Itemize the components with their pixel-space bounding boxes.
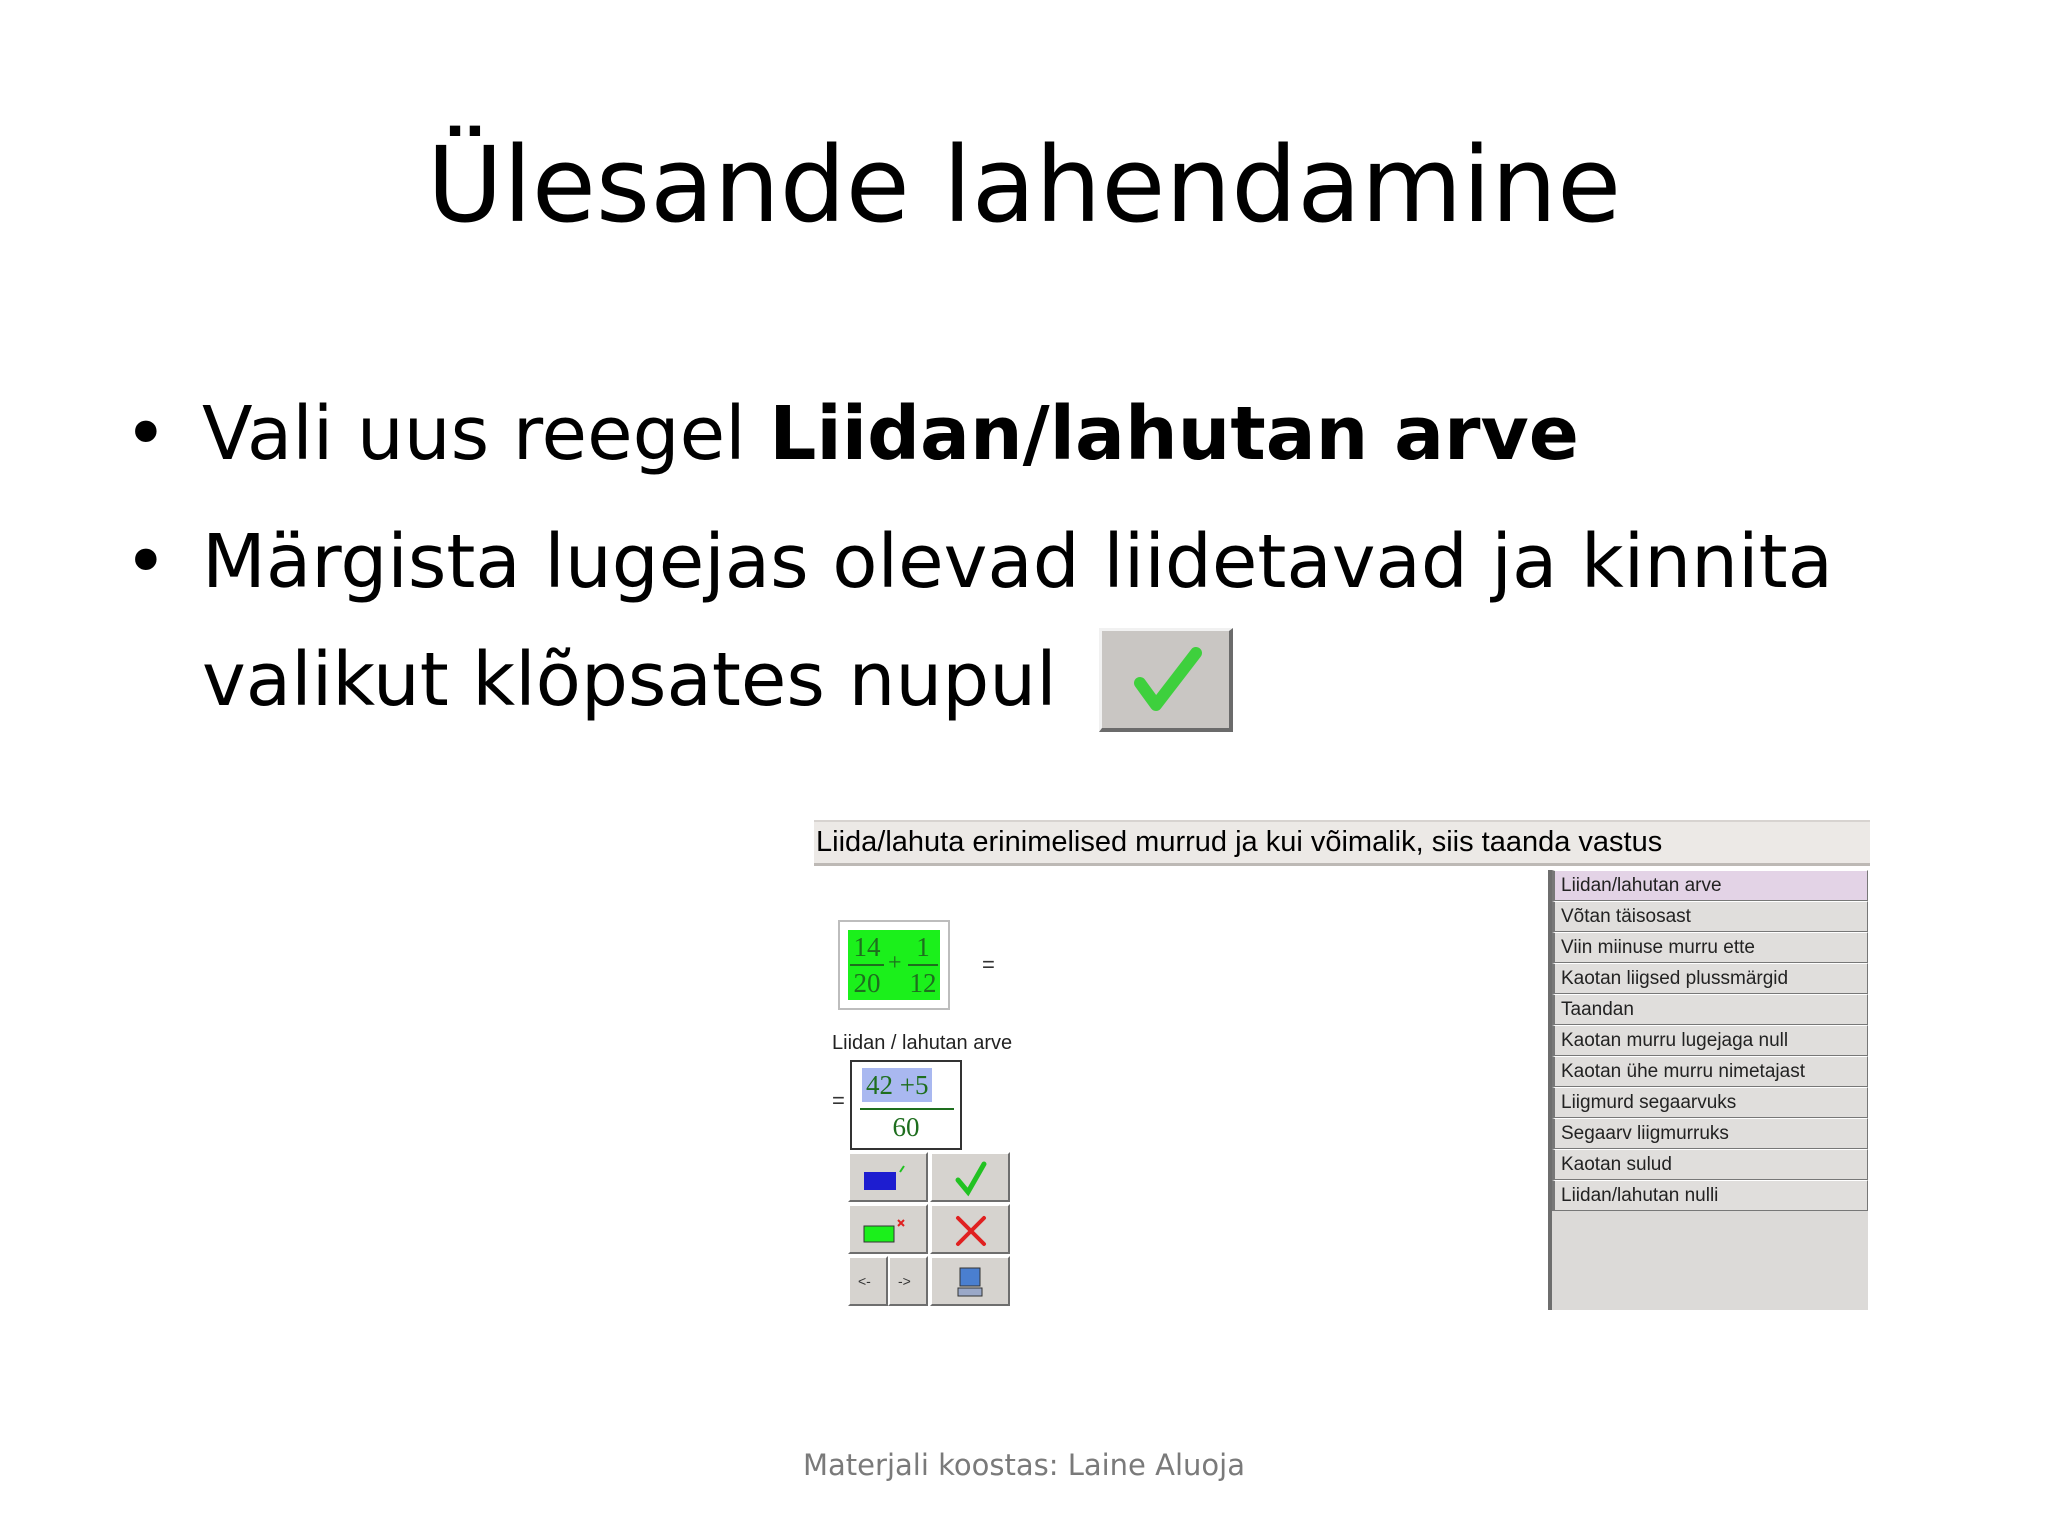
task-header: Liida/lahuta erinimelised murrud ja kui … bbox=[814, 820, 1870, 866]
rule-item[interactable]: Viin miinuse murru ette bbox=[1552, 932, 1868, 963]
bullet-text: Vali uus reegel bbox=[202, 391, 770, 477]
rule-item[interactable]: Liigmurd segaarvuks bbox=[1552, 1087, 1868, 1118]
fraction-2: 1 12 bbox=[906, 930, 940, 1000]
clear-selection-button[interactable] bbox=[848, 1204, 928, 1254]
rule-item[interactable]: Kaotan liigsed plussmärgid bbox=[1552, 963, 1868, 994]
next-button[interactable]: -> bbox=[888, 1256, 928, 1306]
fraction-denominator: 20 bbox=[853, 968, 881, 998]
blue-rectangle-icon bbox=[864, 1165, 905, 1190]
bullet-bold-rule: Liidan/lahutan arve bbox=[769, 391, 1579, 477]
rule-item[interactable]: Kaotan sulud bbox=[1552, 1149, 1868, 1180]
plus-sign: + bbox=[888, 950, 902, 976]
answer-denominator: 60 bbox=[892, 1112, 920, 1142]
rule-item[interactable]: Kaotan ühe murru nimetajast bbox=[1552, 1056, 1868, 1087]
rule-item[interactable]: Liidan/lahutan nulli bbox=[1552, 1180, 1868, 1211]
equals-sign: = bbox=[982, 952, 995, 977]
computer-icon bbox=[957, 1267, 983, 1297]
rule-item[interactable]: Segaarv liigmurruks bbox=[1552, 1118, 1868, 1149]
fraction-denominator: 12 bbox=[909, 968, 937, 998]
checkmark-icon bbox=[955, 1161, 987, 1197]
rules-list: Liidan/lahutan arve Võtan täisosast Viin m… bbox=[1548, 870, 1868, 1310]
applied-rule-caption: Liidan / lahutan arve bbox=[832, 1032, 1013, 1054]
answer-numerator-selected[interactable]: 42 +5 bbox=[862, 1068, 933, 1102]
bullet-list: • Vali uus reegel Liidan/lahutan arve • Mä… bbox=[120, 375, 1980, 749]
confirm-button-illustration bbox=[1098, 628, 1233, 733]
fraction-numerator: 1 bbox=[916, 932, 930, 962]
tool-palette: <- -> bbox=[848, 1152, 1010, 1310]
slide-title: Ülesande lahendamine bbox=[426, 124, 1622, 246]
help-button[interactable] bbox=[930, 1256, 1010, 1306]
rule-item[interactable]: Liidan/lahutan arve bbox=[1552, 870, 1868, 901]
rule-item[interactable]: Võtan täisosast bbox=[1552, 901, 1868, 932]
answer-box[interactable]: 42 +5 60 bbox=[850, 1060, 962, 1150]
math-app-screenshot: Liida/lahuta erinimelised murrud ja kui … bbox=[814, 820, 1870, 1310]
rule-item[interactable]: Taandan bbox=[1552, 994, 1868, 1025]
checkmark-icon bbox=[1133, 647, 1202, 712]
green-rectangle-icon bbox=[863, 1219, 905, 1243]
cancel-button[interactable] bbox=[930, 1204, 1010, 1254]
confirm-button[interactable] bbox=[930, 1152, 1010, 1202]
bullet-item: • Vali uus reegel Liidan/lahutan arve bbox=[120, 375, 1980, 493]
mark-selection-button[interactable] bbox=[848, 1152, 928, 1202]
fraction-1: 14 20 bbox=[848, 930, 886, 1000]
slide-footer: Materjali koostas: Laine Aluoja bbox=[803, 1448, 1245, 1482]
bullet-dot: • bbox=[124, 519, 168, 605]
prev-button[interactable]: <- bbox=[848, 1256, 888, 1306]
expression-highlight: 14 20 + 1 12 bbox=[848, 930, 940, 1000]
fraction-numerator: 14 bbox=[853, 932, 881, 962]
bullet-item: • Märgista lugejas olevad liidetavad ja k… bbox=[120, 503, 1980, 739]
cross-icon bbox=[956, 1216, 986, 1246]
bullet-dot: • bbox=[124, 391, 168, 477]
expression-box[interactable]: 14 20 + 1 12 bbox=[838, 920, 950, 1010]
bullet-text: Märgista lugejas olevad liidetavad ja ki… bbox=[202, 519, 1833, 723]
rule-item[interactable]: Kaotan murru lugejaga null bbox=[1552, 1025, 1868, 1056]
equals-sign: = bbox=[832, 1088, 845, 1113]
